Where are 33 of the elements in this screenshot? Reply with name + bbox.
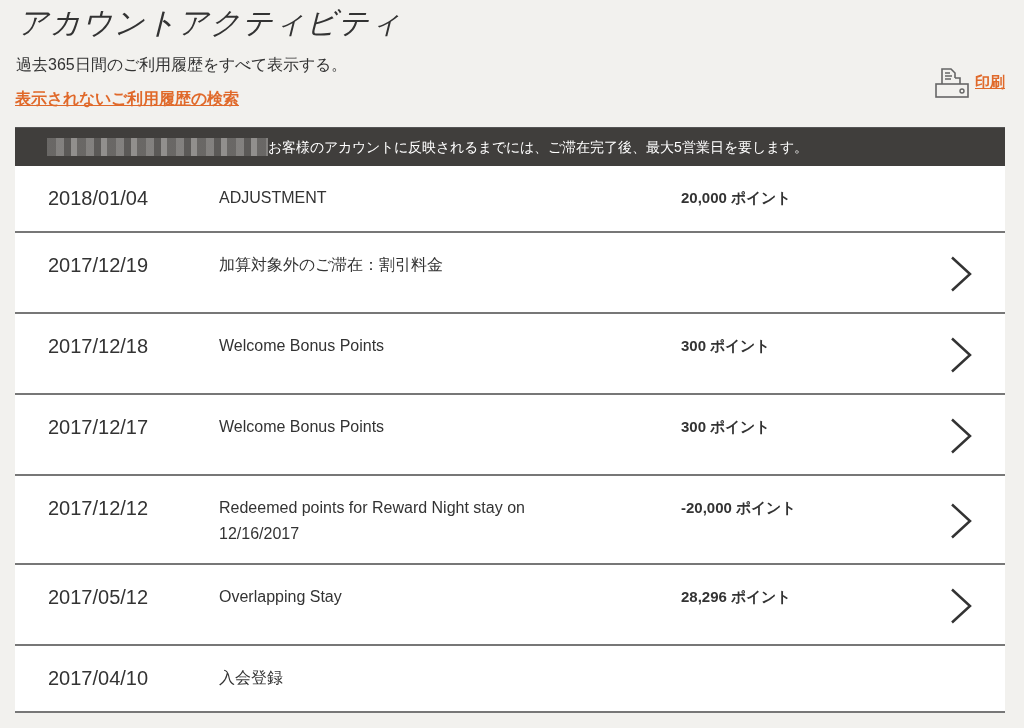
chevron-right-icon[interactable] [950,337,972,373]
activity-row[interactable]: 2017/12/17 Welcome Bonus Points 300 ポイント [15,395,1005,476]
activity-points: 300 ポイント [681,336,772,356]
activity-row[interactable]: 2017/12/19 加算対象外のご滞在：割引料金 [15,233,1005,314]
notice-text: お客様のアカウントに反映されるまでには、ご滞在完了後、最大5営業日を要します。 [268,138,808,156]
activity-points: 28,296 ポイント [681,587,793,607]
activity-row[interactable]: 2017/05/12 Overlapping Stay 28,296 ポイント [15,565,1005,646]
activity-row[interactable]: 2017/12/12 Redeemed points for Reward Night stay on 12/16/2017 -20,000 ポイント [15,476,1005,565]
activity-date: 2017/04/10 [48,666,150,691]
activity-points: 20,000 ポイント [681,188,793,208]
activity-description: Welcome Bonus Points [219,417,386,437]
activity-date: 2017/12/12 [48,496,150,521]
page-title: アカウントアクティビティ [18,5,402,41]
activity-date: 2017/12/17 [48,415,150,440]
chevron-right-icon[interactable] [950,588,972,624]
activity-date: 2017/12/18 [48,334,150,359]
activity-points: -20,000 ポイント [681,498,798,518]
activity-date: 2017/05/12 [48,585,150,610]
activity-date: 2018/01/04 [48,186,150,211]
activity-description: Welcome Bonus Points [219,336,386,356]
activity-date: 2017/12/19 [48,253,150,278]
activity-description: 入会登録 [219,668,284,688]
chevron-right-icon[interactable] [950,503,972,539]
activity-points: 300 ポイント [681,417,772,437]
activity-description: 加算対象外のご滞在：割引料金 [219,255,444,275]
chevron-right-icon[interactable] [950,256,972,292]
activity-description: Redeemed points for Reward Night stay on 12/16/2017 [219,498,526,544]
page-subtitle: 過去365日間のご利用履歴をすべて表示する。 [16,55,347,75]
activity-description: Overlapping Stay [219,587,343,607]
activity-row[interactable]: 2017/12/18 Welcome Bonus Points 300 ポイント [15,314,1005,395]
printer-icon[interactable] [935,68,969,98]
activity-description: ADJUSTMENT [219,188,328,208]
chevron-right-icon[interactable] [950,418,972,454]
